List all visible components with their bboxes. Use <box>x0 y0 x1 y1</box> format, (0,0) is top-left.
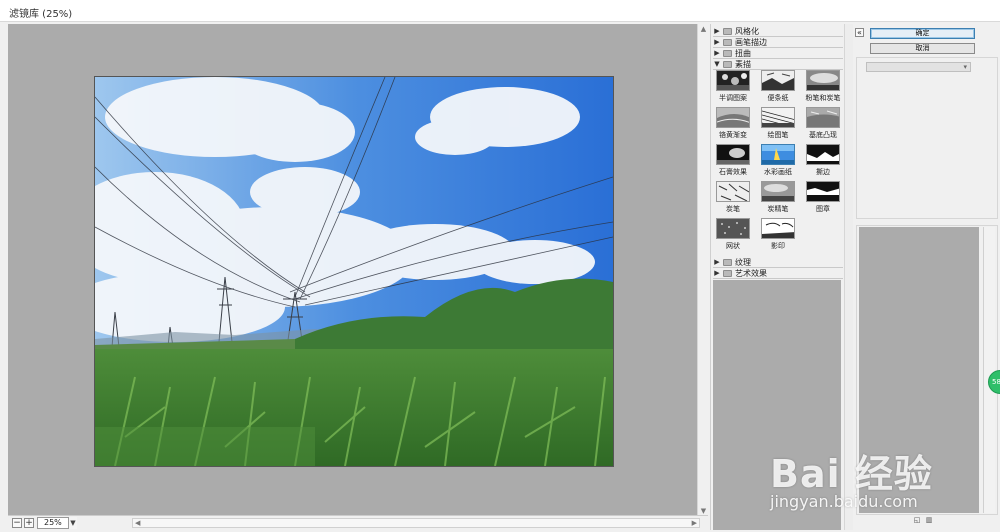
filter-group-sketch[interactable]: ▼ 素描 <box>713 59 843 70</box>
filter-group-distort[interactable]: ▶ 扭曲 <box>713 48 843 59</box>
filter-select[interactable]: ▾ <box>866 62 971 72</box>
folder-icon <box>723 258 732 266</box>
filter-group-stylize[interactable]: ▶ 风格化 <box>713 26 843 37</box>
filter-group-texture[interactable]: ▶ 纹理 <box>713 257 843 268</box>
expand-arrow-icon[interactable]: ▶ <box>713 38 721 46</box>
landscape-photo <box>95 77 613 466</box>
folder-icon <box>723 38 732 46</box>
filter-options-box: ▾ <box>856 57 998 219</box>
folder-icon <box>723 269 732 277</box>
chevron-down-icon[interactable]: ▼ <box>68 517 77 529</box>
filter-thumb-reticulation[interactable]: 网状 <box>715 218 751 254</box>
scroll-left-icon[interactable]: ◀ <box>135 519 140 528</box>
scroll-up-icon[interactable]: ▲ <box>700 26 707 33</box>
filter-group-brush-strokes[interactable]: ▶ 画笔描边 <box>713 37 843 48</box>
expand-arrow-icon[interactable]: ▶ <box>713 258 721 266</box>
zoom-value: 25% <box>44 518 62 527</box>
filter-thumb-note-paper[interactable]: 便条纸 <box>760 70 796 106</box>
zoom-bar: − + 25% ▼ ◀ ▶ <box>8 515 708 530</box>
filter-thumb-plaster[interactable]: 石膏效果 <box>715 144 751 180</box>
preview-image <box>94 76 614 467</box>
folder-icon <box>723 49 732 57</box>
filter-list-scrollbar[interactable] <box>844 24 853 530</box>
chevron-down-icon: ▾ <box>963 63 967 71</box>
scroll-down-icon[interactable]: ▼ <box>700 508 707 515</box>
filter-thumb-bas-relief[interactable]: 基底凸现 <box>805 107 841 143</box>
collapse-arrow-icon[interactable]: ▼ <box>713 60 721 68</box>
delete-effect-layer-icon[interactable]: ▥ <box>925 516 933 524</box>
filter-thumb-photocopy[interactable]: 影印 <box>760 218 796 254</box>
sketch-filter-grid: 半调图案 便条纸 粉笔和炭笔 铬黄渐变 绘图笔 基底凸现 石膏效果 水彩画纸 撕… <box>715 70 843 264</box>
cancel-button[interactable]: 取消 <box>870 43 975 54</box>
preview-horizontal-scrollbar[interactable]: ◀ ▶ <box>132 518 700 528</box>
expand-arrow-icon[interactable]: ▶ <box>713 49 721 57</box>
filter-thumb-water-paper[interactable]: 水彩画纸 <box>760 144 796 180</box>
window-title: 滤镜库 (25%) <box>9 9 73 20</box>
filter-thumb-charcoal[interactable]: 炭笔 <box>715 181 751 217</box>
collapse-icon[interactable]: « <box>855 28 864 37</box>
preview-canvas[interactable] <box>8 24 708 518</box>
new-effect-layer-icon[interactable]: ◱ <box>913 516 921 524</box>
filter-list-empty-area <box>713 280 841 530</box>
filter-thumb-graphic-pen[interactable]: 绘图笔 <box>760 107 796 143</box>
zoom-in-button[interactable]: + <box>24 518 34 528</box>
filter-thumb-chalk-charcoal[interactable]: 粉笔和炭笔 <box>805 70 841 106</box>
filter-thumb-halftone[interactable]: 半调图案 <box>715 70 751 106</box>
filter-thumb-chrome[interactable]: 铬黄渐变 <box>715 107 751 143</box>
expand-arrow-icon[interactable]: ▶ <box>713 27 721 35</box>
filter-group-artistic[interactable]: ▶ 艺术效果 <box>713 268 843 279</box>
filter-thumb-conte-crayon[interactable]: 炭精笔 <box>760 181 796 217</box>
effect-layers-list[interactable] <box>859 227 979 513</box>
folder-icon <box>723 27 732 35</box>
effect-layers-scrollbar[interactable] <box>983 227 995 513</box>
expand-arrow-icon[interactable]: ▶ <box>713 269 721 277</box>
settings-panel: « 确定 取消 ▾ ◱ ▥ <box>853 24 1000 530</box>
preview-vertical-scrollbar[interactable]: ▲ ▼ <box>697 24 708 518</box>
scroll-right-icon[interactable]: ▶ <box>692 519 697 528</box>
filter-browser: ▶ 风格化 ▶ 画笔描边 ▶ 扭曲 ▼ 素描 半调图案 便条纸 粉笔和炭笔 铬黄… <box>710 24 853 530</box>
ok-button[interactable]: 确定 <box>870 28 975 39</box>
filter-thumb-stamp[interactable]: 图章 <box>805 181 841 217</box>
filter-thumb-torn-edges[interactable]: 撕边 <box>805 144 841 180</box>
open-folder-icon <box>723 60 732 68</box>
title-bar: 滤镜库 (25%) <box>0 0 1000 22</box>
zoom-out-button[interactable]: − <box>12 518 22 528</box>
effect-layers-box <box>856 225 998 515</box>
